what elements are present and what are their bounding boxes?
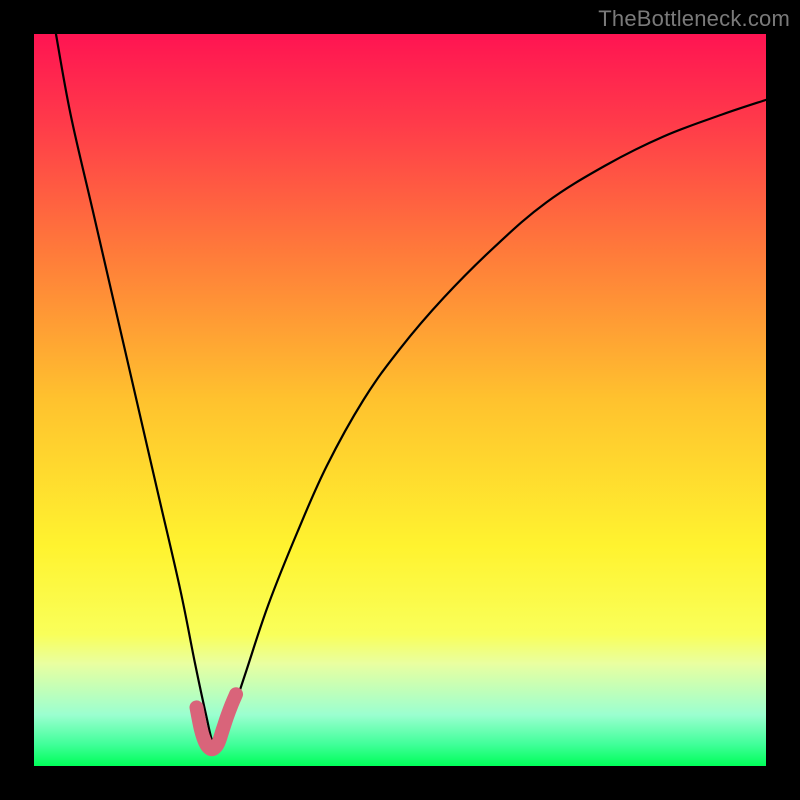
watermark-text: TheBottleneck.com xyxy=(598,6,790,32)
chart-frame: TheBottleneck.com xyxy=(0,0,800,800)
plot-background xyxy=(34,34,766,766)
chart-svg xyxy=(0,0,800,800)
